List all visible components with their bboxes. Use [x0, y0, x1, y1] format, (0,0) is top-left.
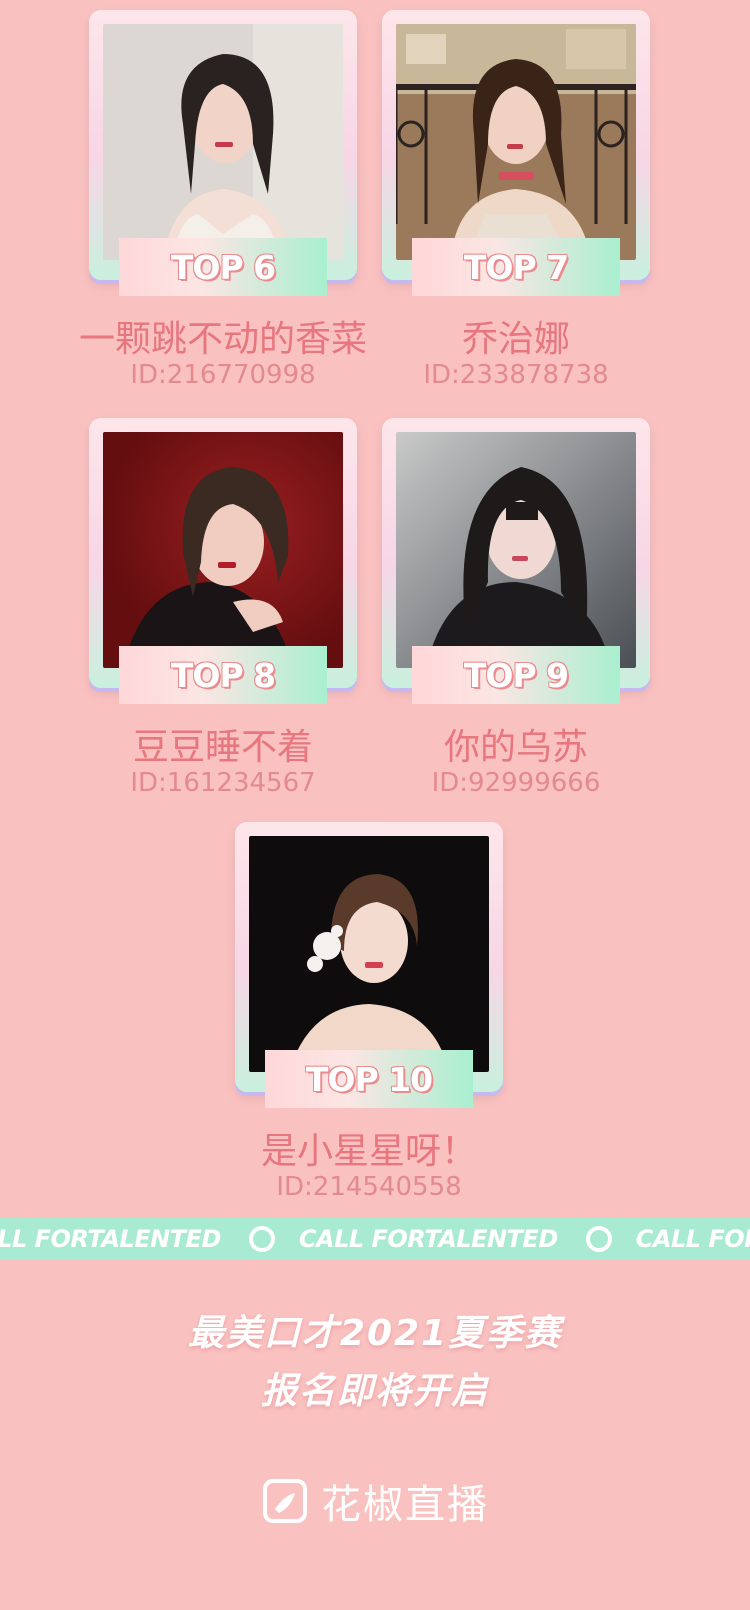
marquee-text: CALL FORTALENTED [298, 1225, 558, 1253]
streamer-name: 你的乌苏 [443, 727, 588, 768]
marquee-banner: CALL FORTALENTED CALL FORTALENTED CALL F… [0, 1218, 750, 1260]
ring-icon [585, 1226, 612, 1252]
rank-badge: TOP 10 [265, 1050, 473, 1108]
photo-top9[interactable] [396, 432, 636, 668]
photo-top8[interactable] [103, 432, 343, 668]
ring-icon [248, 1226, 275, 1252]
streamer-id: ID:214540558 [276, 1172, 462, 1202]
photo-top10[interactable] [249, 836, 489, 1072]
brand-name: 花椒直播 [321, 1482, 489, 1528]
rank-badge: TOP 7 [412, 238, 620, 296]
marquee-text: CALL FORTALENTED [635, 1225, 750, 1253]
rank-badge: TOP 8 [119, 646, 327, 704]
marquee-track: CALL FORTALENTED CALL FORTALENTED CALL F… [0, 1218, 750, 1260]
brand-footer: 花椒直播 [0, 1472, 750, 1530]
streamer-id: ID:92999666 [431, 768, 601, 798]
promo-title: 最美口才2021夏季赛 [187, 1313, 563, 1354]
marquee-text: CALL FORTALENTED [0, 1225, 221, 1253]
rank-badge: TOP 6 [119, 238, 327, 296]
streamer-id: ID:233878738 [423, 360, 609, 390]
huajiao-logo-icon [263, 1479, 307, 1523]
streamer-name: 乔治娜 [461, 319, 570, 360]
photo-top7[interactable] [396, 24, 636, 260]
streamer-name: 是小星星呀！ [260, 1131, 477, 1172]
photo-top6[interactable] [103, 24, 343, 260]
rank-badge: TOP 9 [412, 646, 620, 704]
promo-subtitle: 报名即将开启 [260, 1371, 489, 1412]
